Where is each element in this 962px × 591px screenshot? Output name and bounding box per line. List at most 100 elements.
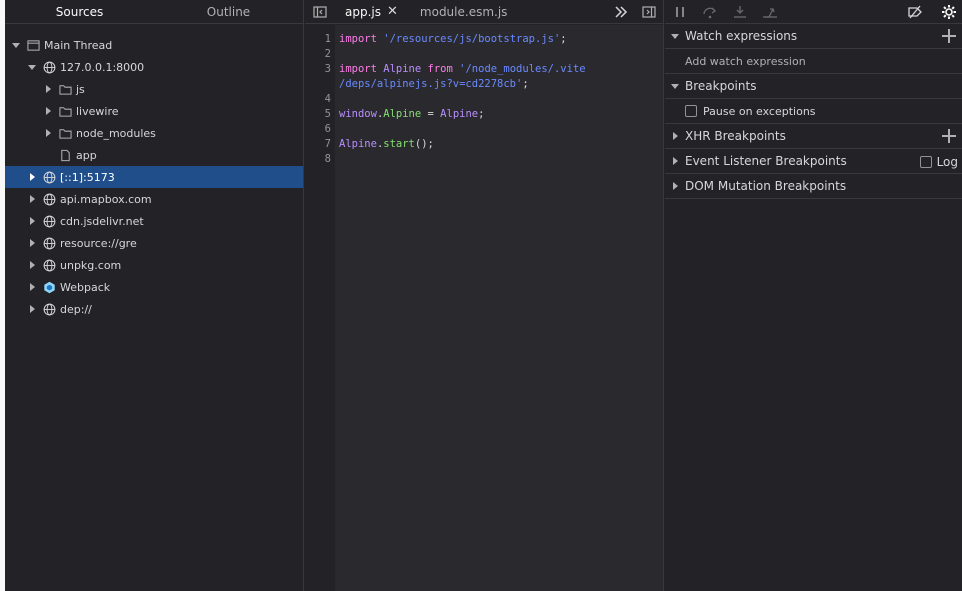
tree-item[interactable]: node_modules	[5, 122, 303, 144]
code-token: import	[339, 63, 377, 75]
code-token: ;	[560, 33, 567, 45]
tree-item[interactable]: Main Thread	[5, 34, 303, 56]
chevron-right-icon[interactable]	[44, 129, 52, 137]
watch-expressions-header[interactable]: Watch expressions	[665, 24, 962, 49]
sources-panel: Sources Outline Main Thread 127.0.0.1:800…	[5, 0, 304, 591]
webpack-icon	[42, 280, 56, 294]
step-out-icon[interactable]	[762, 4, 778, 20]
globe-icon	[42, 192, 56, 206]
globe-icon	[42, 302, 56, 316]
line-number[interactable]: 1	[305, 32, 331, 47]
more-tabs-icon[interactable]	[613, 4, 629, 20]
tree-item[interactable]: 127.0.0.1:8000	[5, 56, 303, 78]
chevron-right-icon[interactable]	[28, 283, 36, 291]
step-in-icon[interactable]	[732, 4, 748, 20]
tree-item[interactable]: unpkg.com	[5, 254, 303, 276]
window-icon	[26, 38, 40, 52]
tree-item[interactable]: resource://gre	[5, 232, 303, 254]
chevron-right-icon[interactable]	[44, 85, 52, 93]
tree-item-label: livewire	[76, 104, 119, 118]
pause-on-exceptions-checkbox[interactable]	[685, 105, 697, 117]
chevron-right-icon[interactable]	[28, 195, 36, 203]
tree-item[interactable]: app	[5, 144, 303, 166]
line-number[interactable]: 5	[305, 107, 331, 122]
add-watch-expression-input[interactable]: Add watch expression	[685, 55, 806, 68]
tree-item[interactable]: Webpack	[5, 276, 303, 298]
globe-icon	[42, 60, 56, 74]
event-listener-breakpoints-header[interactable]: Event Listener Breakpoints Log	[665, 149, 962, 174]
globe-icon	[42, 236, 56, 250]
source-tree: Main Thread 127.0.0.1:8000 js livewire node_…	[5, 24, 303, 320]
close-icon[interactable]: ✕	[387, 0, 398, 24]
toggle-sources-icon[interactable]	[312, 4, 328, 20]
editor-tab-label: app.js	[345, 5, 381, 19]
chevron-down-icon[interactable]	[28, 63, 36, 71]
code-token: ;	[522, 78, 529, 90]
chevron-right-icon[interactable]	[44, 107, 52, 115]
code-line: 7 Alpine.start();	[305, 137, 663, 152]
dom-mutation-breakpoints-header[interactable]: DOM Mutation Breakpoints	[665, 174, 962, 199]
line-number[interactable]: 3	[305, 62, 331, 77]
code-line: /deps/alpinejs.js?v=cd2278cb';	[305, 77, 663, 92]
toggle-debugger-icon[interactable]	[641, 4, 657, 20]
tree-item[interactable]: livewire	[5, 100, 303, 122]
editor-panel: app.js ✕ module.esm.js 1 import '/resourc…	[305, 0, 664, 591]
xhr-breakpoints-header[interactable]: XHR Breakpoints	[665, 124, 962, 149]
sources-tabbar: Sources Outline	[5, 0, 303, 24]
chevron-down-icon	[671, 82, 679, 90]
globe-icon	[42, 214, 56, 228]
globe-icon	[42, 258, 56, 272]
add-watch-icon[interactable]	[942, 29, 956, 43]
line-number[interactable]: 6	[305, 122, 331, 137]
chevron-right-icon[interactable]	[28, 261, 36, 269]
chevron-right-icon	[671, 182, 679, 190]
deactivate-breakpoints-icon[interactable]	[907, 4, 923, 20]
event-listener-breakpoints-title: Event Listener Breakpoints	[685, 154, 847, 168]
chevron-down-icon	[671, 32, 679, 40]
code-line: 2	[305, 47, 663, 62]
breakpoints-header[interactable]: Breakpoints	[665, 74, 962, 99]
code-token: Alpine	[339, 138, 377, 150]
gear-icon[interactable]	[941, 4, 957, 20]
tree-item-label: Webpack	[60, 280, 111, 294]
tree-item-label: Main Thread	[44, 38, 113, 52]
chevron-right-icon[interactable]	[28, 173, 36, 181]
tree-item-label: 127.0.0.1:8000	[60, 60, 145, 74]
line-number[interactable]: 2	[305, 47, 331, 62]
pause-icon[interactable]	[672, 4, 688, 20]
add-xhr-breakpoint-icon[interactable]	[942, 129, 956, 143]
code-line: 4	[305, 92, 663, 107]
chevron-right-icon[interactable]	[28, 305, 36, 313]
chevron-right-icon[interactable]	[28, 217, 36, 225]
line-number[interactable]: 4	[305, 92, 331, 107]
editor-tabbar: app.js ✕ module.esm.js	[305, 0, 663, 24]
xhr-breakpoints-title: XHR Breakpoints	[685, 129, 786, 143]
code-token: '/resources/js/bootstrap.js'	[383, 33, 561, 45]
debugger-toolbar	[665, 0, 962, 24]
tree-item-label: app	[76, 148, 97, 162]
dom-mutation-breakpoints-title: DOM Mutation Breakpoints	[685, 179, 847, 193]
log-checkbox[interactable]	[919, 156, 932, 168]
tab-sources[interactable]: Sources	[5, 0, 154, 23]
editor-tab-app-js[interactable]: app.js ✕	[337, 0, 406, 24]
line-number[interactable]: 7	[305, 137, 331, 152]
tab-outline[interactable]: Outline	[154, 0, 303, 23]
folder-icon	[58, 126, 72, 140]
code-line: 1 import '/resources/js/bootstrap.js';	[305, 32, 663, 47]
tree-item[interactable]: dep://	[5, 298, 303, 320]
tree-item[interactable]: api.mapbox.com	[5, 188, 303, 210]
tree-item-label: cdn.jsdelivr.net	[60, 214, 144, 228]
editor-tab-module-esm-js[interactable]: module.esm.js	[412, 0, 516, 24]
chevron-down-icon[interactable]	[12, 41, 20, 49]
step-over-icon[interactable]	[702, 4, 718, 20]
log-label: Log	[936, 155, 958, 169]
code-token: ();	[414, 138, 434, 150]
tree-item[interactable]: [::1]:5173	[5, 166, 303, 188]
chevron-right-icon[interactable]	[28, 239, 36, 247]
tree-item[interactable]: js	[5, 78, 303, 100]
folder-icon	[58, 104, 72, 118]
tree-item[interactable]: cdn.jsdelivr.net	[5, 210, 303, 232]
line-content: import Alpine from '/node_modules/.vite	[339, 62, 586, 77]
line-number[interactable]: 8	[305, 152, 331, 167]
debugger-panel: Watch expressions Add watch expression B…	[665, 0, 962, 591]
